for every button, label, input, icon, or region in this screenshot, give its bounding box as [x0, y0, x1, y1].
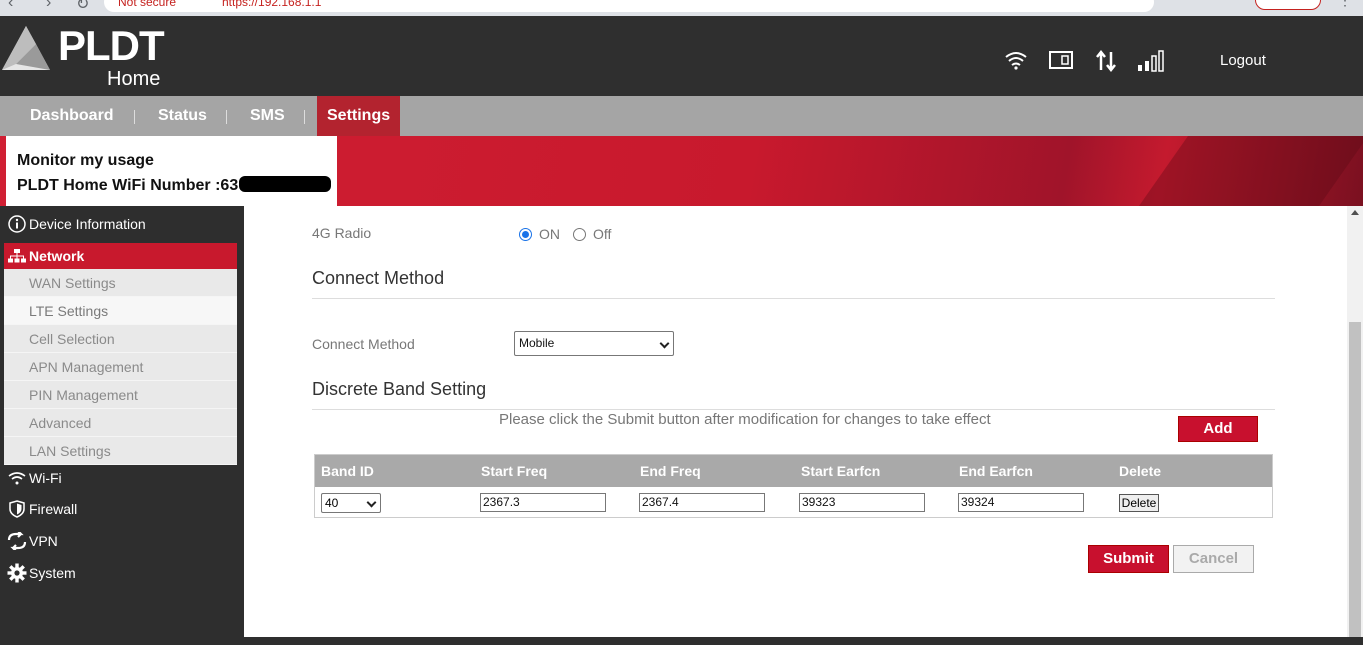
usage-box: Monitor my usage PLDT Home WiFi Number :…: [6, 136, 337, 206]
sidebar-item-network[interactable]: Network: [4, 243, 237, 269]
connect-method-select[interactable]: Mobile: [514, 331, 674, 356]
submenu-lte-settings[interactable]: LTE Settings: [4, 297, 237, 325]
cancel-button[interactable]: Cancel: [1173, 545, 1254, 573]
app-header: PLDT Home Logout: [0, 16, 1363, 96]
table-header: Band ID Start Freq End Freq Start Earfcn…: [315, 455, 1272, 487]
security-warning[interactable]: Not secure: [118, 0, 176, 9]
url-text[interactable]: https://192.168.1.1: [222, 0, 321, 9]
add-band-button[interactable]: Add: [1178, 416, 1258, 442]
wifi-number: PLDT Home WiFi Number :63: [17, 173, 337, 198]
logout-link[interactable]: Logout: [1220, 52, 1266, 69]
sidebar-item-label: System: [29, 565, 76, 581]
sidebar-item-label: VPN: [29, 533, 58, 549]
footer-strip: [244, 637, 1363, 645]
gear-icon: [7, 557, 27, 589]
profile-button[interactable]: User: [1255, 0, 1321, 10]
column-header: Start Freq: [481, 463, 548, 479]
sidebar: Device Information Network WAN Settings …: [0, 206, 244, 645]
divider: [312, 298, 1275, 299]
submenu-advanced[interactable]: Advanced: [4, 409, 237, 437]
submenu-wan-settings[interactable]: WAN Settings: [4, 269, 237, 297]
end-freq-input[interactable]: 2367.4: [639, 493, 765, 512]
banner-decoration: [1110, 136, 1363, 206]
sim-card-icon: [1049, 51, 1073, 69]
address-bar[interactable]: Not secure https://192.168.1.1: [104, 0, 1154, 12]
band-id-value: 40: [325, 496, 339, 510]
browser-menu-icon[interactable]: ⋮: [1338, 0, 1352, 9]
connect-method-value: Mobile: [519, 336, 555, 350]
brand-sub: Home: [107, 68, 161, 90]
submenu-lan-settings[interactable]: LAN Settings: [4, 437, 237, 465]
column-header: End Freq: [640, 463, 701, 479]
chevron-down-icon: [659, 338, 670, 349]
sidebar-item-label: Firewall: [29, 501, 78, 517]
band-setting-heading: Discrete Band Setting: [312, 379, 487, 399]
connect-method-label: Connect Method: [312, 336, 415, 352]
network-submenu: WAN Settings LTE Settings Cell Selection…: [4, 269, 237, 465]
brand-name: PLDT: [58, 22, 165, 69]
sidebar-item-label: Network: [29, 248, 85, 264]
column-header: Delete: [1119, 463, 1162, 479]
sidebar-item-label: Wi-Fi: [29, 470, 62, 486]
browser-toolbar: ‹ › ↻ Not secure https://192.168.1.1 Use…: [0, 0, 1363, 16]
radio-4g-off[interactable]: [573, 228, 586, 241]
menu-dashboard[interactable]: Dashboard: [20, 96, 124, 136]
wifi-signal-icon: [1005, 52, 1027, 70]
lte-settings-panel: 4G Radio ON Off Connect Method Connect M…: [244, 206, 1347, 637]
radio-4g-label: 4G Radio: [312, 225, 372, 241]
menu-status[interactable]: Status: [148, 96, 217, 136]
info-icon: [7, 208, 27, 240]
column-header: Band ID: [321, 463, 374, 479]
usage-title[interactable]: Monitor my usage: [17, 148, 337, 173]
column-header: Start Earfcn: [801, 463, 881, 479]
sidebar-item-device-information[interactable]: Device Information: [0, 208, 244, 240]
back-icon[interactable]: ‹: [8, 0, 13, 12]
menu-separator: [304, 110, 305, 124]
submit-notice: Please click the Submit button after mod…: [499, 411, 991, 428]
radio-4g-off-label[interactable]: Off: [593, 226, 611, 242]
sidebar-item-vpn[interactable]: VPN: [0, 525, 244, 557]
start-earfcn-input[interactable]: 39323: [799, 493, 925, 512]
redacted-number: [239, 176, 332, 192]
band-id-select[interactable]: 40: [321, 493, 381, 513]
menu-separator: [226, 110, 227, 124]
signal-bars-icon: [1138, 50, 1164, 72]
radio-4g-on-label[interactable]: ON: [539, 226, 560, 242]
delete-row-button[interactable]: Delete: [1119, 494, 1159, 512]
main-menu: Dashboard Status SMS Settings: [0, 96, 1363, 136]
sidebar-item-label: Device Information: [29, 216, 146, 232]
menu-separator: [134, 110, 135, 124]
start-freq-input[interactable]: 2367.3: [480, 493, 606, 512]
wifi-icon: [7, 462, 27, 494]
sidebar-item-wifi[interactable]: Wi-Fi: [0, 462, 244, 494]
submenu-apn-management[interactable]: APN Management: [4, 353, 237, 381]
submenu-pin-management[interactable]: PIN Management: [4, 381, 237, 409]
scroll-thumb[interactable]: [1349, 322, 1361, 637]
band-table: Band ID Start Freq End Freq Start Earfcn…: [314, 454, 1273, 518]
data-transfer-icon: [1096, 50, 1116, 72]
end-earfcn-input[interactable]: 39324: [958, 493, 1084, 512]
pldt-logo: PLDT Home: [0, 20, 180, 92]
connect-method-heading: Connect Method: [312, 268, 445, 288]
divider: [312, 409, 1275, 410]
pldt-logo-mark-icon: [2, 26, 50, 70]
scroll-up-arrow-icon[interactable]: [1351, 210, 1359, 215]
chevron-down-icon: [366, 497, 377, 508]
radio-4g-on[interactable]: [519, 228, 532, 241]
submit-button[interactable]: Submit: [1088, 545, 1169, 573]
submenu-cell-selection[interactable]: Cell Selection: [4, 325, 237, 353]
reload-icon[interactable]: ↻: [76, 0, 89, 14]
usage-banner: Monitor my usage PLDT Home WiFi Number :…: [0, 136, 1363, 206]
forward-icon[interactable]: ›: [46, 0, 51, 12]
menu-sms[interactable]: SMS: [240, 96, 295, 136]
network-icon: [7, 243, 27, 269]
wifi-number-label: PLDT Home WiFi Number :63: [17, 177, 239, 194]
menu-settings[interactable]: Settings: [317, 96, 400, 136]
column-header: End Earfcn: [959, 463, 1033, 479]
sidebar-item-system[interactable]: System: [0, 557, 244, 589]
shield-icon: [7, 493, 27, 525]
content-scrollbar[interactable]: [1347, 206, 1363, 637]
sidebar-item-firewall[interactable]: Firewall: [0, 493, 244, 525]
vpn-icon: [7, 525, 27, 557]
